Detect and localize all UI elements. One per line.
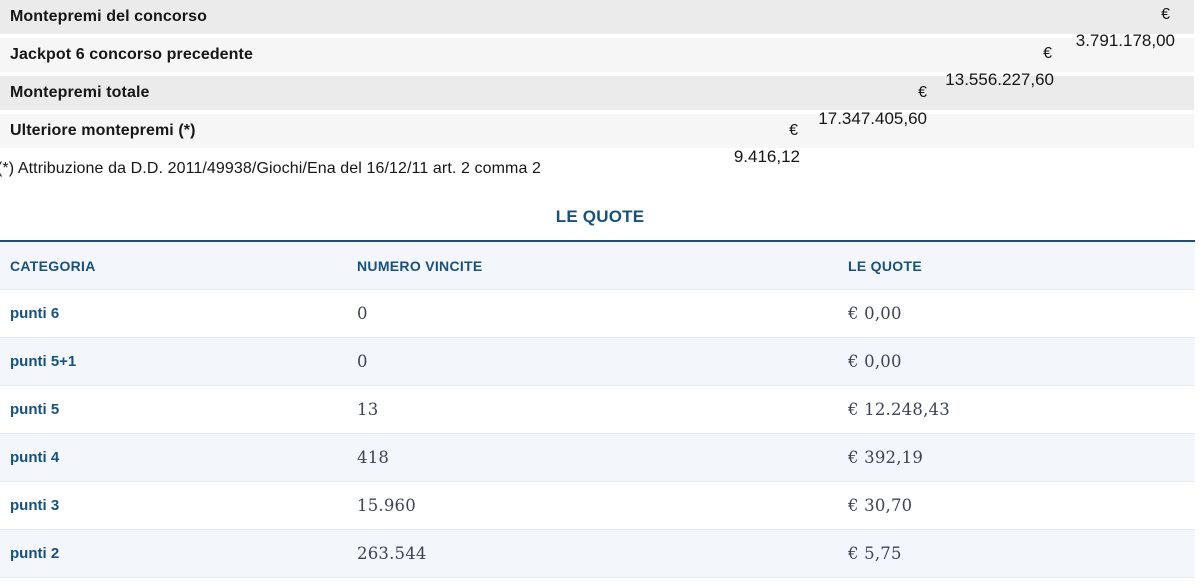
table-row-punti-5: punti 5 13 € 12.248,43 — [0, 386, 1195, 434]
numero-vincite-value: 418 — [357, 448, 848, 467]
table-row-punti-3: punti 3 15.960 € 30,70 — [0, 482, 1195, 530]
euro-symbol-totale: € — [918, 84, 927, 102]
jackpot-precedente-label: Jackpot 6 concorso precedente — [10, 46, 253, 64]
euro-symbol-concorso: € — [1161, 6, 1170, 24]
table-row-punti-6: punti 6 0 € 0,00 — [0, 290, 1195, 338]
table-row-punti-2: punti 2 263.544 € 5,75 — [0, 530, 1195, 578]
jackpot-precedente-amount: 13.556.227,60 — [945, 70, 1054, 90]
header-le-quote: LE QUOTE — [848, 258, 1195, 274]
numero-vincite-value: 0 — [357, 304, 848, 323]
le-quote-title: LE QUOTE — [0, 207, 1200, 227]
numero-vincite-value: 0 — [357, 352, 848, 371]
numero-vincite-value: 263.544 — [357, 544, 848, 563]
euro-symbol-ulteriore: € — [789, 122, 798, 140]
table-header-row: CATEGORIA NUMERO VINCITE LE QUOTE — [0, 242, 1195, 290]
header-categoria: CATEGORIA — [10, 258, 357, 274]
table-row-punti-4: punti 4 418 € 392,19 — [0, 434, 1195, 482]
montepremi-totale-label: Montepremi totale — [10, 84, 150, 102]
categoria-label: punti 5 — [10, 401, 357, 418]
quota-value: € 30,70 — [848, 496, 1195, 515]
quota-value: € 0,00 — [848, 304, 1195, 323]
categoria-label: punti 4 — [10, 449, 357, 466]
montepremi-section: Montepremi del concorso Jackpot 6 concor… — [0, 0, 1200, 186]
categoria-label: punti 6 — [10, 305, 357, 322]
le-quote-table: CATEGORIA NUMERO VINCITE LE QUOTE punti … — [0, 240, 1195, 578]
montepremi-row-jackpot: Jackpot 6 concorso precedente — [0, 38, 1194, 72]
footnote-text: (*) Attribuzione da D.D. 2011/49938/Gioc… — [0, 160, 541, 178]
ulteriore-montepremi-amount: 9.416,12 — [734, 147, 800, 167]
table-row-punti-5plus1: punti 5+1 0 € 0,00 — [0, 338, 1195, 386]
montepremi-row-concorso: Montepremi del concorso — [0, 0, 1194, 34]
footnote-row: (*) Attribuzione da D.D. 2011/49938/Gioc… — [0, 152, 1194, 186]
quota-value: € 0,00 — [848, 352, 1195, 371]
quota-value: € 12.248,43 — [848, 400, 1195, 419]
montepremi-concorso-label: Montepremi del concorso — [10, 8, 207, 26]
euro-symbol-jackpot: € — [1043, 45, 1052, 63]
categoria-label: punti 2 — [10, 545, 357, 562]
montepremi-concorso-amount: 3.791.178,00 — [1076, 31, 1175, 51]
numero-vincite-value: 13 — [357, 400, 848, 419]
numero-vincite-value: 15.960 — [357, 496, 848, 515]
categoria-label: punti 5+1 — [10, 353, 357, 370]
superenalotto-results-page: Montepremi del concorso Jackpot 6 concor… — [0, 0, 1200, 588]
header-numero-vincite: NUMERO VINCITE — [357, 258, 848, 274]
montepremi-row-ulteriore: Ulteriore montepremi (*) — [0, 114, 1194, 148]
montepremi-totale-amount: 17.347.405,60 — [818, 109, 927, 129]
quota-value: € 392,19 — [848, 448, 1195, 467]
ulteriore-montepremi-label: Ulteriore montepremi (*) — [10, 122, 196, 140]
quota-value: € 5,75 — [848, 544, 1195, 563]
categoria-label: punti 3 — [10, 497, 357, 514]
